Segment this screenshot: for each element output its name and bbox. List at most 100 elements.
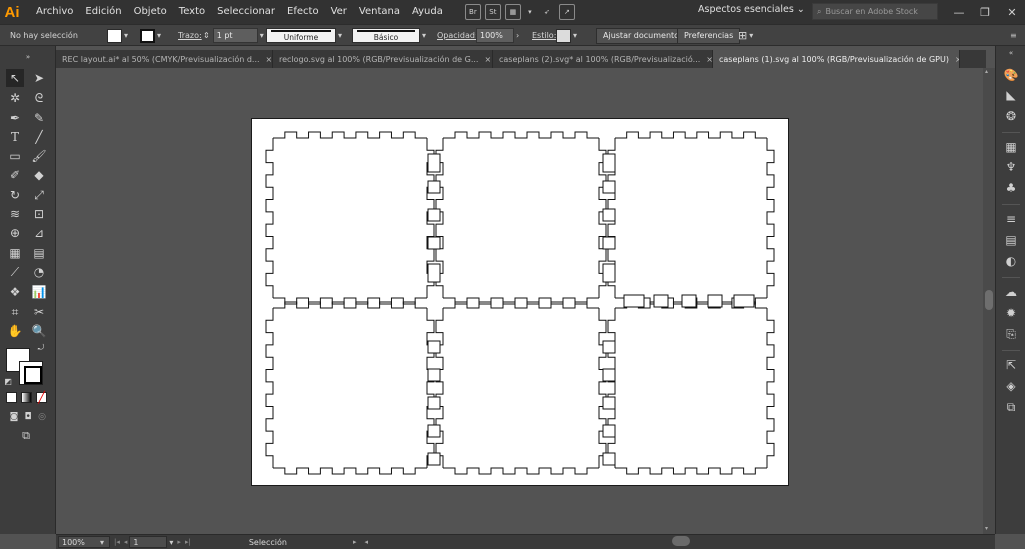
magic-wand-tool-icon[interactable]: ✲: [6, 89, 24, 107]
artboards-panel-icon[interactable]: ⧉: [1003, 399, 1019, 415]
color-guide-icon[interactable]: ◣: [1003, 87, 1019, 103]
workspace-switcher[interactable]: Aspectos esenciales ⌄: [698, 4, 805, 15]
chevron-down-icon[interactable]: ▾: [124, 31, 128, 40]
lasso-tool-icon[interactable]: ᘓ: [30, 89, 48, 107]
scroll-up-icon[interactable]: ▴: [985, 68, 988, 75]
case-plans-drawing[interactable]: [252, 119, 790, 487]
line-tool-icon[interactable]: ╱: [30, 128, 48, 146]
tab-reclogo[interactable]: reclogo.svg al 100% (RGB/Previsualizació…: [273, 50, 493, 68]
screen-mode-icon[interactable]: ⧉: [17, 427, 35, 445]
panel-bottom-left-top-edge[interactable]: [273, 301, 427, 309]
panel-top-right-top-edge[interactable]: [615, 131, 767, 139]
chevron-down-icon[interactable]: ▾: [169, 538, 173, 547]
menu-objeto[interactable]: Objeto: [128, 0, 173, 24]
panel-top-left-top-edge[interactable]: [273, 131, 427, 139]
hand-tool-icon[interactable]: ✋: [6, 322, 24, 340]
column-graph-tool-icon[interactable]: 📊: [30, 283, 48, 301]
slot-row-0[interactable]: [623, 294, 645, 308]
slot-bottom-1-0[interactable]: [602, 340, 616, 354]
stroke-panel-icon[interactable]: ≡: [1003, 211, 1019, 227]
menu-texto[interactable]: Texto: [173, 0, 211, 24]
style-label[interactable]: Estilo:: [532, 28, 556, 43]
minimize-icon[interactable]: —: [946, 0, 972, 24]
style-swatch[interactable]: [556, 28, 571, 43]
none-mode-icon[interactable]: ╱: [36, 391, 47, 404]
stroke-weight-field[interactable]: 1 pt: [212, 28, 258, 43]
slot-row-3[interactable]: [707, 294, 723, 308]
slot-top-1-1[interactable]: [602, 180, 616, 194]
last-artboard-icon[interactable]: ▸|: [185, 538, 191, 546]
opacity-control[interactable]: 100% ›: [476, 28, 519, 43]
panel-bottom-right-bottom-edge[interactable]: [615, 467, 767, 475]
brushes-panel-icon[interactable]: ♆: [1003, 159, 1019, 175]
close-icon[interactable]: ×: [266, 55, 272, 64]
warp-tool-icon[interactable]: ≋: [6, 205, 24, 223]
chevron-down-icon[interactable]: ▾: [573, 31, 577, 40]
menu-edicion[interactable]: Edición: [79, 0, 127, 24]
export-icon[interactable]: ⎘: [1003, 326, 1019, 342]
chevron-right-icon[interactable]: ›: [516, 31, 519, 40]
chevron-down-icon[interactable]: ▾: [157, 31, 161, 40]
gradient-panel-icon[interactable]: ▤: [1003, 232, 1019, 248]
opacity-label[interactable]: Opacidad:: [437, 28, 478, 43]
arrange-icon[interactable]: ⊞ ▾: [738, 28, 753, 43]
slot-bottom-1-2[interactable]: [602, 396, 616, 410]
recolor-icon[interactable]: ❂: [1003, 108, 1019, 124]
stroke-profile[interactable]: Uniforme ▾: [266, 28, 342, 43]
next-artboard-icon[interactable]: ▸: [177, 538, 181, 546]
panel-bottom-left-bottom-edge[interactable]: [273, 467, 427, 475]
panel-menu-icon[interactable]: ≡: [1010, 28, 1017, 43]
artboard-field[interactable]: 1: [129, 536, 168, 548]
chevron-down-icon[interactable]: ▾: [260, 31, 264, 40]
stroke-label[interactable]: Trazo:: [178, 28, 202, 43]
slice-tool-icon[interactable]: ✂: [30, 303, 48, 321]
slot-top-0-2[interactable]: [427, 208, 441, 222]
stock-search-input[interactable]: ⌕ Buscar en Adobe Stock: [812, 3, 938, 20]
direct-selection-tool-icon[interactable]: ➤: [30, 69, 48, 87]
previous-artboard-icon[interactable]: ◂: [124, 538, 128, 546]
panel-bottom-right-right-edge[interactable]: [766, 308, 775, 468]
eyedropper-tool-icon[interactable]: ⟋: [6, 263, 24, 281]
chevron-down-icon[interactable]: ▾: [749, 31, 753, 40]
zoom-tool-icon[interactable]: 🔍: [30, 322, 48, 340]
graphic-styles-icon[interactable]: ✹: [1003, 305, 1019, 321]
panel-bottom-right-left-edge[interactable]: [607, 308, 616, 468]
horizontal-scroll-thumb[interactable]: [672, 536, 690, 546]
tab-caseplans-2[interactable]: caseplans (2).svg* al 100% (RGB/Previsua…: [493, 50, 713, 68]
type-tool-icon[interactable]: T: [6, 128, 24, 146]
slot-bottom-0-2[interactable]: [427, 396, 441, 410]
arrange-documents-icon[interactable]: ▦: [504, 4, 521, 20]
gpu-performance-icon[interactable]: ➶: [539, 4, 555, 20]
slot-row-1[interactable]: [653, 294, 669, 308]
slot-top-1-3[interactable]: [602, 236, 616, 250]
slot-top-0-3[interactable]: [427, 236, 441, 250]
close-icon[interactable]: ×: [706, 55, 712, 64]
draw-inside-icon[interactable]: ◎: [33, 408, 51, 426]
menu-ver[interactable]: Ver: [325, 0, 353, 24]
curvature-tool-icon[interactable]: ✎: [30, 109, 48, 127]
chevron-down-icon[interactable]: ▾: [100, 538, 104, 547]
panel-top-left-left-edge[interactable]: [265, 138, 274, 298]
slot-bottom-0-4[interactable]: [427, 452, 441, 466]
panel-bottom-middle-right-edge[interactable]: [598, 308, 607, 468]
eraser-tool-icon[interactable]: ◆: [30, 166, 48, 184]
pen-tool-icon[interactable]: ✒: [6, 109, 24, 127]
document-setup-button[interactable]: Ajustar documento: [596, 27, 687, 44]
scale-tool-icon[interactable]: ⤢: [30, 186, 48, 204]
stepper-icon[interactable]: ⇕: [203, 31, 210, 40]
stroke-color-swatch[interactable]: [19, 361, 43, 385]
appearance-panel-icon[interactable]: ☁: [1003, 284, 1019, 300]
artboard[interactable]: [251, 118, 789, 486]
scroll-left-icon[interactable]: ◂: [364, 538, 368, 546]
opacity-field[interactable]: 100%: [476, 28, 514, 43]
panel-bottom-middle-top-edge[interactable]: [443, 301, 599, 309]
shape-builder-tool-icon[interactable]: ⊕: [6, 224, 24, 242]
collapse-panel-icon[interactable]: «: [1003, 48, 1019, 58]
color-panel-icon[interactable]: 🎨: [1003, 67, 1019, 83]
stroke-control[interactable]: ▾: [140, 28, 161, 43]
panel-bottom-left-right-edge[interactable]: [426, 308, 435, 468]
perspective-grid-tool-icon[interactable]: ⊿: [30, 224, 48, 242]
menu-seleccionar[interactable]: Seleccionar: [211, 0, 281, 24]
preferences-button[interactable]: Preferencias: [677, 27, 741, 44]
slot-top-0-4[interactable]: [427, 263, 441, 283]
